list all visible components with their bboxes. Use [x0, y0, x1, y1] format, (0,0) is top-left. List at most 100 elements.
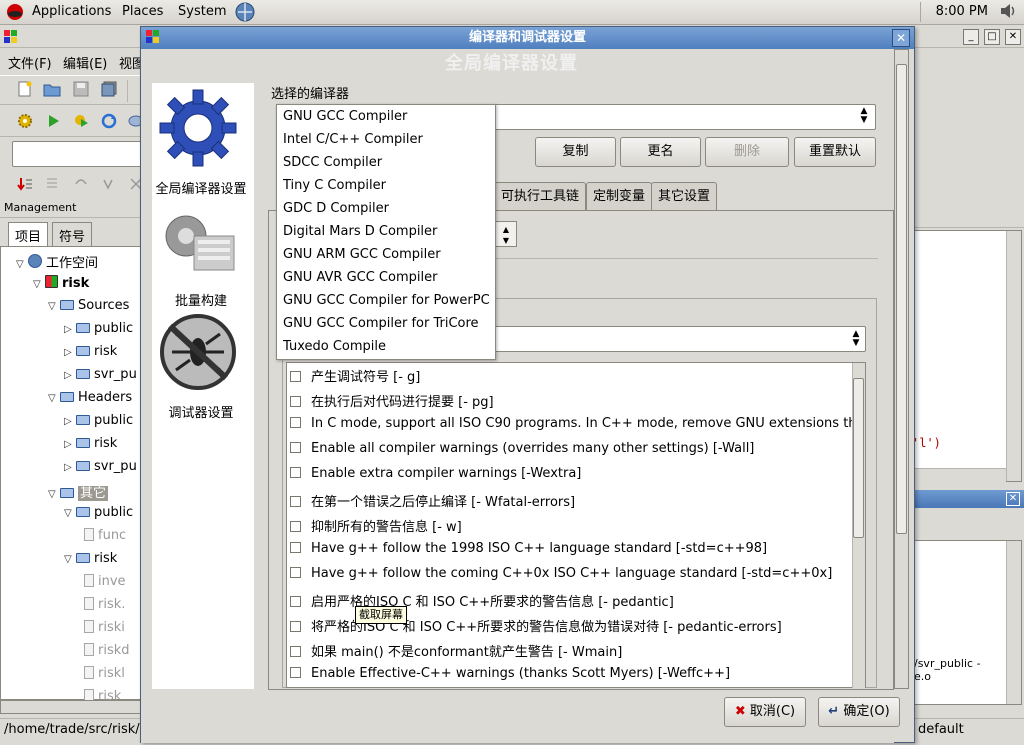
clock[interactable]: 8:00 PM: [936, 4, 988, 19]
compiler-option[interactable]: Tiny C Compiler: [283, 178, 386, 200]
system-menu[interactable]: System: [178, 4, 226, 19]
flags-list-scrollbar-thumb[interactable]: [853, 378, 864, 538]
maximize-button[interactable]: □: [984, 29, 1000, 45]
editor-horizontal-scrollbar[interactable]: [914, 468, 1006, 482]
minimize-button[interactable]: _: [963, 29, 979, 45]
compiler-option[interactable]: Digital Mars D Compiler: [283, 224, 437, 246]
tree-item[interactable]: ▷ public: [64, 413, 133, 435]
sidebar-item-debugger[interactable]: 调试器设置: [150, 402, 252, 421]
debug-step-into-icon[interactable]: [72, 176, 90, 194]
flag-option-row[interactable]: Have g++ follow the 1998 ISO C++ languag…: [290, 541, 852, 563]
chevron-down-icon[interactable]: ▽: [64, 554, 76, 565]
tab-custom-variables[interactable]: 定制变量: [586, 182, 653, 210]
flag-option-row[interactable]: Enable all compiler warnings (overrides …: [290, 441, 852, 463]
debug-step-out-icon[interactable]: [100, 176, 118, 194]
flag-option-row[interactable]: 抑制所有的警告信息 [- w]: [290, 516, 852, 538]
tree-item[interactable]: ▽ 工作空间: [16, 252, 98, 274]
tab-toolchain-executables[interactable]: 可执行工具链: [494, 182, 587, 210]
flag-option-row[interactable]: 如果 main() 不是conformant就产生警告 [- Wmain]: [290, 641, 852, 663]
build-run-icon[interactable]: [72, 113, 90, 131]
tree-item[interactable]: ▷ svr_pu: [64, 459, 137, 481]
build-target-combo[interactable]: [12, 141, 142, 167]
tree-item[interactable]: ▽ Headers: [48, 390, 132, 412]
tab-projects[interactable]: 项目: [8, 222, 49, 246]
tree-item[interactable]: ▽ risk: [33, 275, 89, 297]
network-icon[interactable]: [235, 2, 255, 26]
debugger-icon[interactable]: [158, 312, 238, 396]
messages-vertical-scrollbar[interactable]: [1006, 541, 1021, 704]
flag-checkbox[interactable]: [290, 646, 301, 657]
rebuild-icon[interactable]: [100, 113, 118, 131]
run-icon[interactable]: [44, 113, 62, 131]
flag-option-row[interactable]: Have g++ follow the coming C++0x ISO C++…: [290, 566, 852, 588]
debug-step-icon[interactable]: [16, 176, 34, 194]
compiler-option[interactable]: Tuxedo Compile: [283, 339, 386, 361]
chevron-down-icon[interactable]: ▽: [48, 301, 60, 312]
flag-checkbox[interactable]: [290, 521, 301, 532]
tree-item[interactable]: inve: [84, 574, 126, 596]
save-icon[interactable]: [72, 81, 90, 99]
flag-checkbox[interactable]: [290, 667, 301, 678]
redhat-logo-icon[interactable]: [6, 3, 24, 25]
tab-symbols[interactable]: 符号: [52, 222, 93, 246]
flag-checkbox[interactable]: [290, 567, 301, 578]
flag-checkbox[interactable]: [290, 371, 301, 382]
tree-item[interactable]: ▷ svr_pu: [64, 367, 137, 389]
rename-button[interactable]: 更名: [620, 137, 701, 167]
compiler-option[interactable]: GNU ARM GCC Compiler: [283, 247, 441, 269]
copy-button[interactable]: 复制: [535, 137, 616, 167]
tree-item[interactable]: ▷ public: [64, 321, 133, 343]
tab-other-settings[interactable]: 其它设置: [651, 182, 718, 210]
tree-item[interactable]: ▽ risk: [64, 551, 117, 573]
chevron-right-icon[interactable]: ▷: [64, 416, 76, 427]
ok-button[interactable]: ↵ 确定(O): [818, 697, 900, 727]
chevron-right-icon[interactable]: ▷: [64, 439, 76, 450]
flag-option-row[interactable]: 在执行后对代码进行提要 [- pg]: [290, 391, 852, 413]
menu-file[interactable]: 文件(F): [8, 53, 52, 72]
dialog-vertical-scrollbar[interactable]: [894, 49, 909, 689]
new-file-icon[interactable]: [16, 81, 34, 99]
sidebar-item-global-compiler[interactable]: 全局编译器设置: [150, 178, 252, 197]
tree-horizontal-scrollbar[interactable]: [0, 700, 145, 714]
chevron-down-icon[interactable]: ▽: [48, 393, 60, 404]
chevron-down-icon[interactable]: ▽: [33, 279, 45, 290]
volume-icon[interactable]: [998, 1, 1018, 25]
compiler-option[interactable]: GNU GCC Compiler for TriCore: [283, 316, 479, 338]
flag-checkbox[interactable]: [290, 442, 301, 453]
sidebar-item-batch-build[interactable]: 批量构建: [150, 290, 252, 309]
chevron-down-icon[interactable]: ▽: [48, 489, 60, 500]
save-all-icon[interactable]: [100, 81, 118, 99]
flag-option-row[interactable]: Enable Effective-C++ warnings (thanks Sc…: [290, 666, 852, 688]
messages-close-icon[interactable]: ✕: [1006, 492, 1020, 506]
menu-edit[interactable]: 编辑(E): [63, 53, 107, 72]
compiler-option[interactable]: GNU GCC Compiler for PowerPC: [283, 293, 490, 315]
tree-item[interactable]: risk.: [84, 597, 125, 619]
tree-item[interactable]: ▽ 其它: [48, 482, 109, 504]
tree-item[interactable]: riskd: [84, 643, 130, 665]
compiler-option[interactable]: GNU AVR GCC Compiler: [283, 270, 437, 292]
tree-item[interactable]: riski: [84, 620, 125, 642]
compiler-option[interactable]: GDC D Compiler: [283, 201, 389, 223]
gear-icon[interactable]: [158, 88, 238, 172]
chevron-right-icon[interactable]: ▷: [64, 370, 76, 381]
tree-item[interactable]: ▽ public: [64, 505, 133, 527]
chevron-down-icon[interactable]: ▽: [16, 259, 28, 270]
places-menu[interactable]: Places: [122, 4, 163, 19]
flag-option-row[interactable]: In C mode, support all ISO C90 programs.…: [290, 416, 852, 438]
flag-checkbox[interactable]: [290, 396, 301, 407]
dialog-close-button[interactable]: ✕: [892, 29, 910, 47]
compiler-option[interactable]: GNU GCC Compiler: [283, 109, 407, 131]
flag-checkbox[interactable]: [290, 417, 301, 428]
chevron-right-icon[interactable]: ▷: [64, 324, 76, 335]
chevron-right-icon[interactable]: ▷: [64, 462, 76, 473]
build-gear-icon[interactable]: [16, 113, 34, 131]
flag-checkbox[interactable]: [290, 542, 301, 553]
flag-checkbox[interactable]: [290, 621, 301, 632]
flag-option-row[interactable]: 产生调试符号 [- g]: [290, 366, 852, 388]
compiler-option[interactable]: Intel C/C++ Compiler: [283, 132, 423, 154]
cancel-button[interactable]: ✖ 取消(C): [724, 697, 806, 727]
tree-item[interactable]: ▷ risk: [64, 436, 117, 458]
open-file-icon[interactable]: [43, 81, 61, 99]
tree-item[interactable]: ▽ Sources: [48, 298, 129, 320]
close-button[interactable]: ✕: [1005, 29, 1021, 45]
